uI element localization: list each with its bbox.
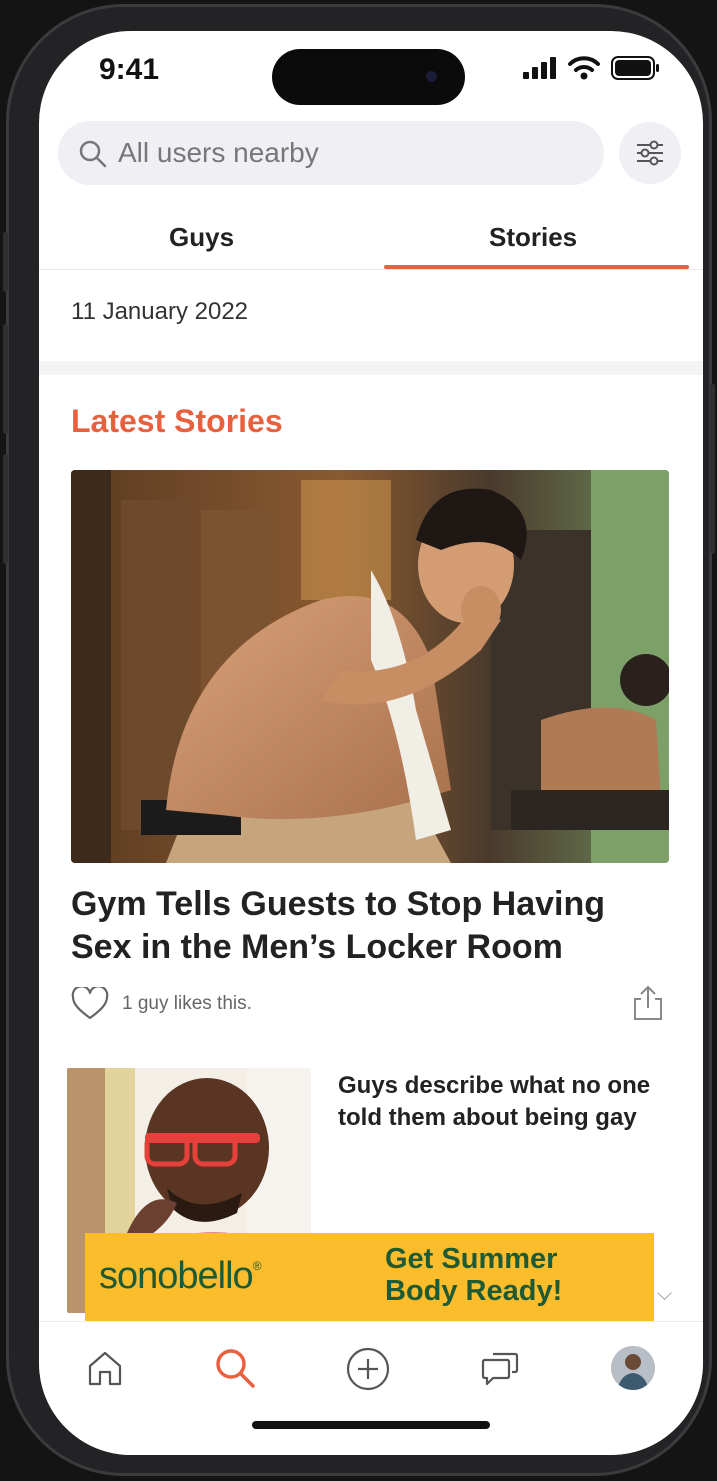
- status-time: 9:41: [99, 53, 160, 86]
- battery-icon: [611, 56, 661, 80]
- share-icon[interactable]: [629, 984, 667, 1022]
- sliders-icon: [634, 137, 666, 169]
- home-indicator: [252, 1421, 490, 1429]
- second-story-headline[interactable]: Guys describe what no one told them abou…: [338, 1070, 668, 1134]
- filter-button[interactable]: [619, 122, 681, 184]
- dynamic-island: [272, 49, 465, 105]
- tab-stories[interactable]: Stories: [489, 222, 577, 253]
- section-divider: [39, 361, 703, 375]
- search-placeholder: All users nearby: [118, 137, 319, 168]
- phone-frame: 9:41 All users nearby Guys Stories 11 Ja…: [3, 4, 715, 1476]
- home-icon[interactable]: [85, 1348, 125, 1388]
- profile-avatar[interactable]: [611, 1346, 655, 1390]
- tab-divider: [39, 269, 703, 270]
- tab-guys[interactable]: Guys: [169, 222, 234, 253]
- heart-icon[interactable]: [71, 987, 109, 1021]
- mute-switch: [3, 232, 8, 292]
- power-button: [710, 384, 715, 554]
- volume-down-button: [3, 454, 8, 564]
- search-input[interactable]: All users nearby: [58, 121, 604, 185]
- likes-count: 1 guy likes this.: [122, 993, 252, 1014]
- chat-icon[interactable]: [479, 1348, 521, 1390]
- volume-up-button: [3, 324, 8, 434]
- date-label: 11 January 2022: [71, 298, 249, 325]
- app-screen: 9:41 All users nearby Guys Stories 11 Ja…: [39, 31, 703, 1455]
- search-icon: [78, 139, 108, 169]
- section-title: Latest Stories: [71, 403, 283, 439]
- ad-brand-logo: sonobello®: [99, 1255, 262, 1297]
- ad-banner[interactable]: sonobello® Get Summer Body Ready!: [85, 1233, 654, 1321]
- ad-brand-text: sonobello: [99, 1255, 254, 1297]
- partial-share-icon: ⌵: [657, 1283, 673, 1305]
- featured-story-image[interactable]: [71, 470, 669, 863]
- search-nav-icon[interactable]: [213, 1346, 257, 1390]
- featured-story-headline[interactable]: Gym Tells Guests to Stop Having Sex in t…: [71, 883, 671, 969]
- active-tab-indicator: [384, 265, 689, 269]
- add-post-icon[interactable]: [345, 1346, 391, 1392]
- signal-icon: [523, 57, 557, 79]
- bottom-nav: [39, 1321, 703, 1455]
- ad-cta-text: Get Summer Body Ready!: [385, 1243, 563, 1307]
- wifi-icon: [567, 55, 601, 81]
